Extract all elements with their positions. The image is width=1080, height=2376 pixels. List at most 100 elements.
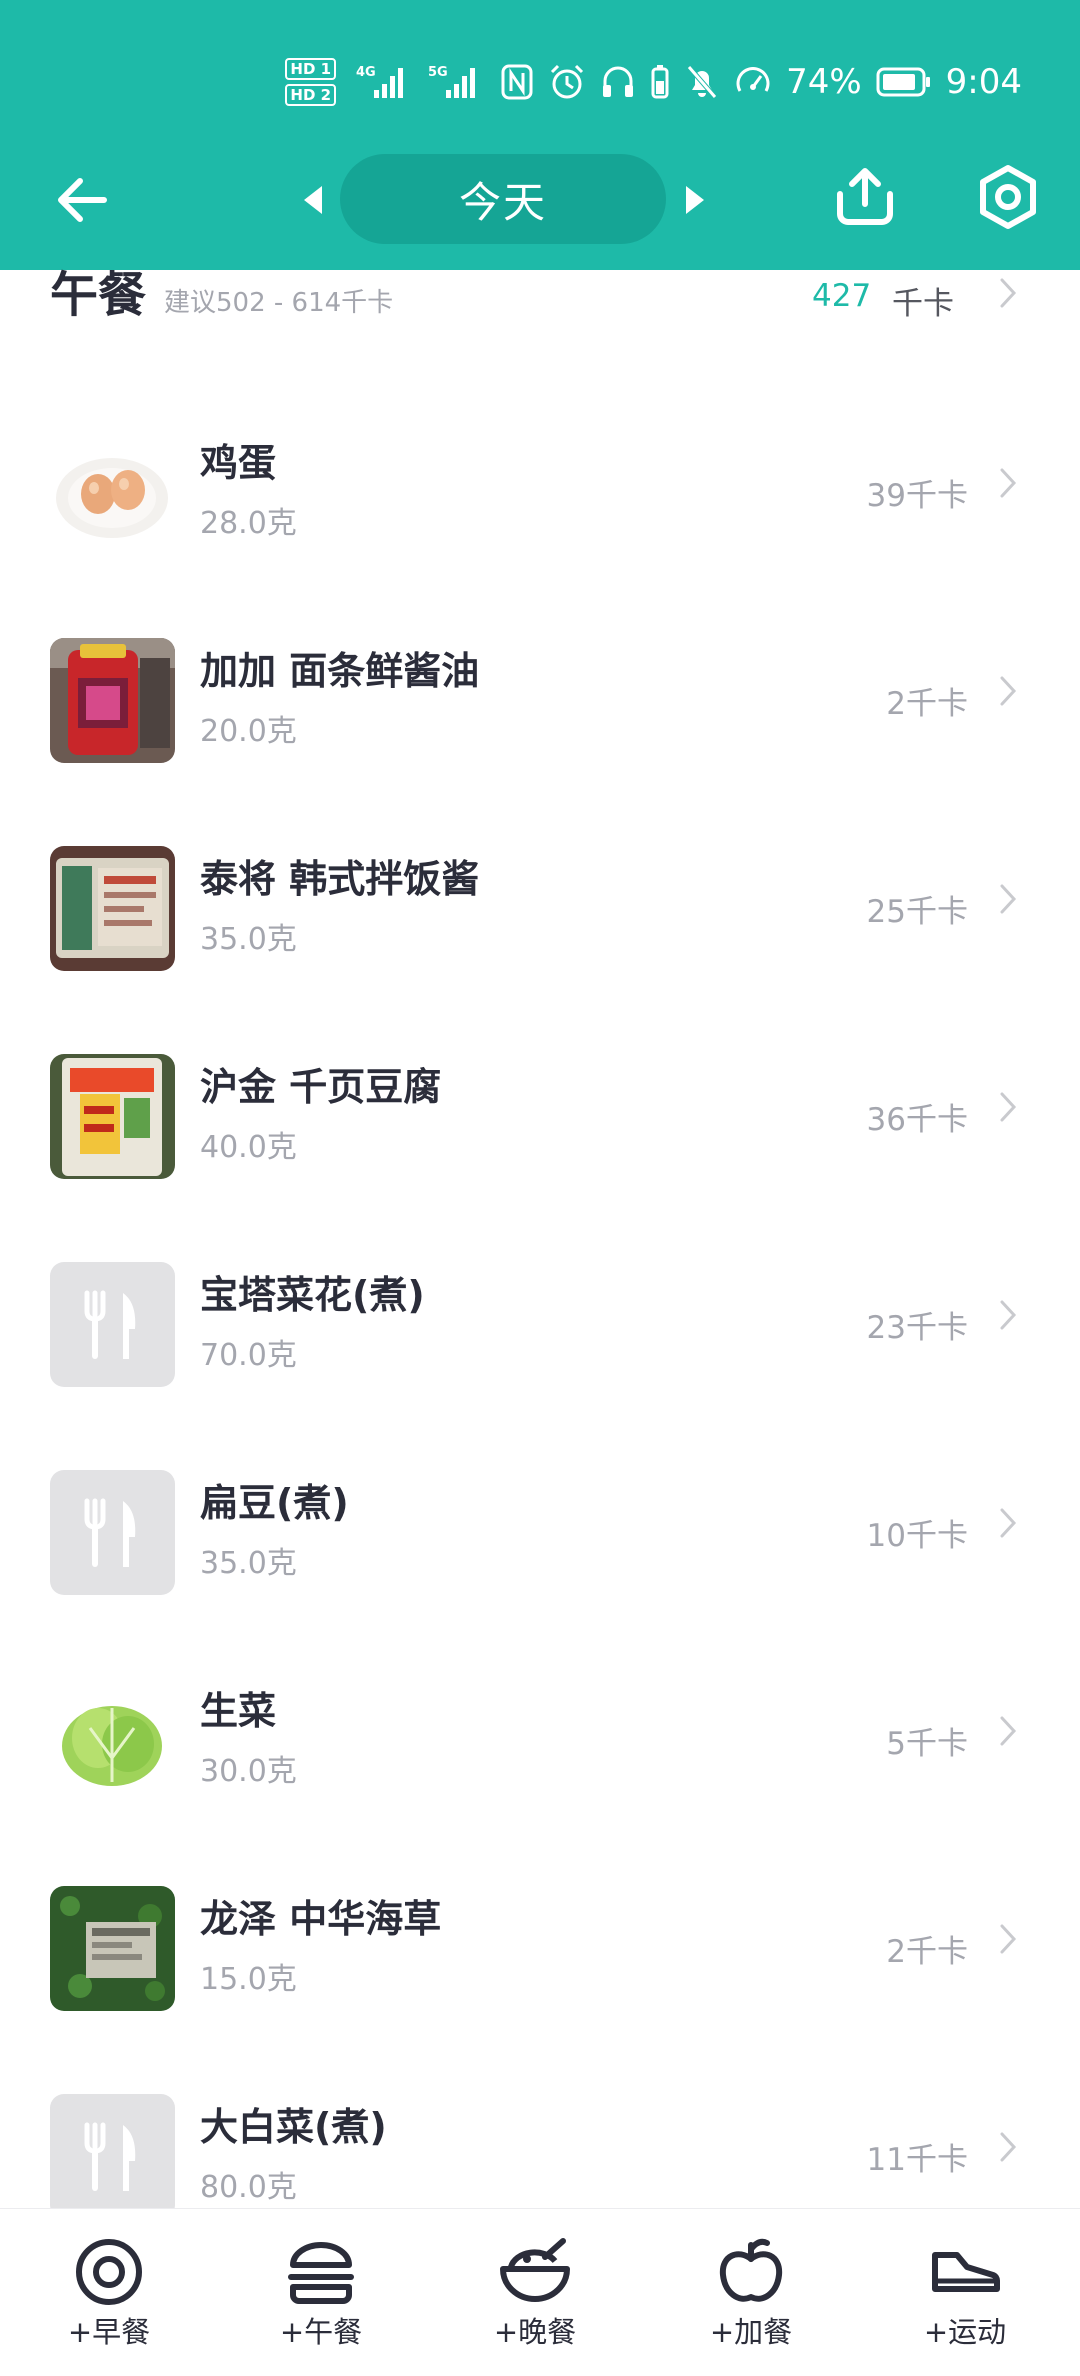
egg-icon [76, 2239, 142, 2305]
hd2-badge: HD 2 [285, 84, 337, 106]
food-name: 沪金 千页豆腐 [200, 1065, 442, 1109]
meal-kcal-unit: 千卡 [892, 286, 954, 322]
battery-icon [876, 66, 932, 98]
chevron-right-icon [1000, 2132, 1017, 2162]
food-list: 鸡蛋 28.0克 39千卡 加加 面条鲜酱油 20.0克 2千卡 泰将 韩式拌饭… [0, 382, 1080, 2254]
add-dinner-button[interactable]: +晚餐 [460, 2237, 610, 2357]
food-item[interactable]: 泰将 韩式拌饭酱 35.0克 25千卡 [0, 798, 1080, 1006]
add-snack-label: +加餐 [709, 2315, 793, 2349]
food-name: 加加 面条鲜酱油 [200, 649, 480, 693]
food-name: 生菜 [200, 1689, 277, 1733]
food-weight: 70.0克 [200, 1338, 297, 1373]
settings-button[interactable] [975, 164, 1041, 230]
food-item[interactable]: 生菜 30.0克 5千卡 [0, 1630, 1080, 1838]
meal-suggestion: 建议502 - 614千卡 [164, 288, 394, 318]
food-name: 鸡蛋 [200, 441, 277, 485]
chevron-right-icon [1000, 1508, 1017, 1538]
meal-title: 午餐 [50, 267, 147, 323]
food-thumbnail-placeholder [50, 2094, 175, 2219]
previous-day-button[interactable] [298, 180, 328, 220]
add-lunch-button[interactable]: +午餐 [246, 2237, 396, 2357]
alarm-icon [548, 63, 586, 101]
food-weight: 15.0克 [200, 1962, 297, 1997]
bowl-icon [500, 2238, 570, 2302]
food-kcal: 2千卡 [886, 686, 968, 722]
food-weight: 80.0克 [200, 2170, 297, 2205]
add-exercise-button[interactable]: +运动 [890, 2237, 1040, 2357]
clock: 9:04 [945, 62, 1022, 102]
food-kcal: 25千卡 [866, 894, 968, 930]
add-exercise-label: +运动 [923, 2315, 1007, 2349]
food-kcal: 10千卡 [866, 1518, 968, 1554]
food-kcal: 39千卡 [866, 478, 968, 514]
share-button[interactable] [832, 164, 898, 230]
food-thumbnail-placeholder [50, 1470, 175, 1595]
food-kcal: 11千卡 [866, 2142, 968, 2178]
hd-indicator: HD 1 HD 2 [285, 58, 337, 106]
chevron-right-icon [1000, 884, 1017, 914]
status-bar: HD 1 HD 2 4G 5G 74% 9:04 [285, 52, 1022, 112]
apple-icon [719, 2238, 783, 2302]
nav-row: 今天 [0, 150, 1080, 246]
food-thumbnail-egg [50, 430, 175, 555]
chevron-right-icon [1000, 676, 1017, 706]
add-snack-button[interactable]: +加餐 [676, 2237, 826, 2357]
food-name: 泰将 韩式拌饭酱 [200, 857, 480, 901]
add-lunch-label: +午餐 [279, 2315, 363, 2349]
fork-knife-icon [84, 1290, 135, 1359]
chevron-right-icon [1000, 1716, 1017, 1746]
headphones-icon [600, 63, 636, 101]
arrow-left-icon [58, 178, 107, 222]
food-item[interactable]: 鸡蛋 28.0克 39千卡 [0, 382, 1080, 590]
mute-bell-icon [684, 63, 720, 101]
date-label: 今天 [458, 177, 547, 227]
chevron-right-icon [1000, 1924, 1017, 1954]
food-weight: 30.0克 [200, 1754, 297, 1789]
food-item[interactable]: 沪金 千页豆腐 40.0克 36千卡 [0, 1006, 1080, 1214]
food-item[interactable]: 扁豆(煮) 35.0克 10千卡 [0, 1422, 1080, 1630]
signal-4g-icon: 4G [356, 62, 414, 102]
chevron-right-icon [1000, 468, 1017, 498]
food-kcal: 36千卡 [866, 1102, 968, 1138]
add-dinner-label: +晚餐 [493, 2315, 577, 2349]
food-weight: 20.0克 [200, 714, 297, 749]
bottom-nav: +早餐 +午餐 +晚餐 +加餐 +运动 [0, 2208, 1080, 2376]
food-thumbnail-soy-sauce [50, 638, 175, 763]
food-thumbnail-placeholder [50, 1262, 175, 1387]
signal-5g-icon: 5G [428, 62, 486, 102]
date-selector[interactable]: 今天 [340, 154, 666, 244]
net2-label: 5G [428, 65, 448, 80]
food-thumbnail-tofu-pack [50, 1054, 175, 1179]
food-name: 扁豆(煮) [200, 1481, 349, 1525]
speedometer-icon [734, 63, 772, 101]
meal-total-kcal: 427 [812, 278, 872, 314]
food-weight: 35.0克 [200, 1546, 297, 1581]
fork-knife-icon [84, 2122, 135, 2191]
nfc-icon [500, 63, 534, 101]
chevron-right-icon [1000, 278, 1017, 308]
back-button[interactable] [50, 168, 114, 232]
chevron-right-icon [1000, 1300, 1017, 1330]
food-weight: 28.0克 [200, 506, 297, 541]
next-day-button[interactable] [680, 180, 710, 220]
food-thumbnail-seaweed [50, 1886, 175, 2011]
food-item[interactable]: 加加 面条鲜酱油 20.0克 2千卡 [0, 590, 1080, 798]
add-breakfast-label: +早餐 [67, 2315, 151, 2349]
burger-icon [288, 2242, 354, 2304]
food-thumbnail-sauce-pack [50, 846, 175, 971]
food-item[interactable]: 宝塔菜花(煮) 70.0克 23千卡 [0, 1214, 1080, 1422]
device-battery-icon [650, 63, 670, 101]
food-item[interactable]: 龙泽 中华海草 15.0克 2千卡 [0, 1838, 1080, 2046]
triangle-right-icon [686, 186, 704, 214]
triangle-left-icon [304, 186, 322, 214]
fork-knife-icon [84, 1498, 135, 1567]
net1-label: 4G [356, 65, 376, 80]
food-weight: 35.0克 [200, 922, 297, 957]
meal-header[interactable]: 午餐 建议502 - 614千卡 427 千卡 [0, 270, 1080, 326]
hexagon-settings-icon [980, 165, 1036, 229]
food-kcal: 2千卡 [886, 1934, 968, 1970]
add-breakfast-button[interactable]: +早餐 [34, 2237, 184, 2357]
food-kcal: 23千卡 [866, 1310, 968, 1346]
food-thumbnail-lettuce [50, 1678, 175, 1803]
battery-percent: 74% [786, 62, 862, 102]
